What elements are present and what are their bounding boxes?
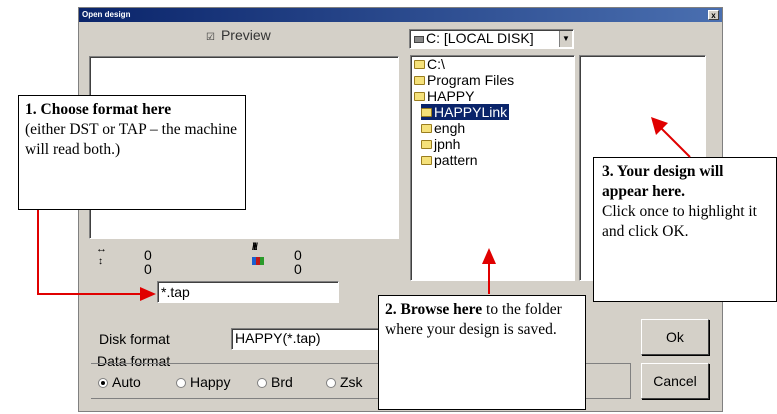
annotation-arrows — [37, 117, 691, 301]
arrow-1-head — [140, 287, 156, 301]
arrow-1-line — [37, 210, 142, 295]
arrow-2-head — [482, 248, 496, 264]
arrow-3-line — [659, 126, 691, 158]
